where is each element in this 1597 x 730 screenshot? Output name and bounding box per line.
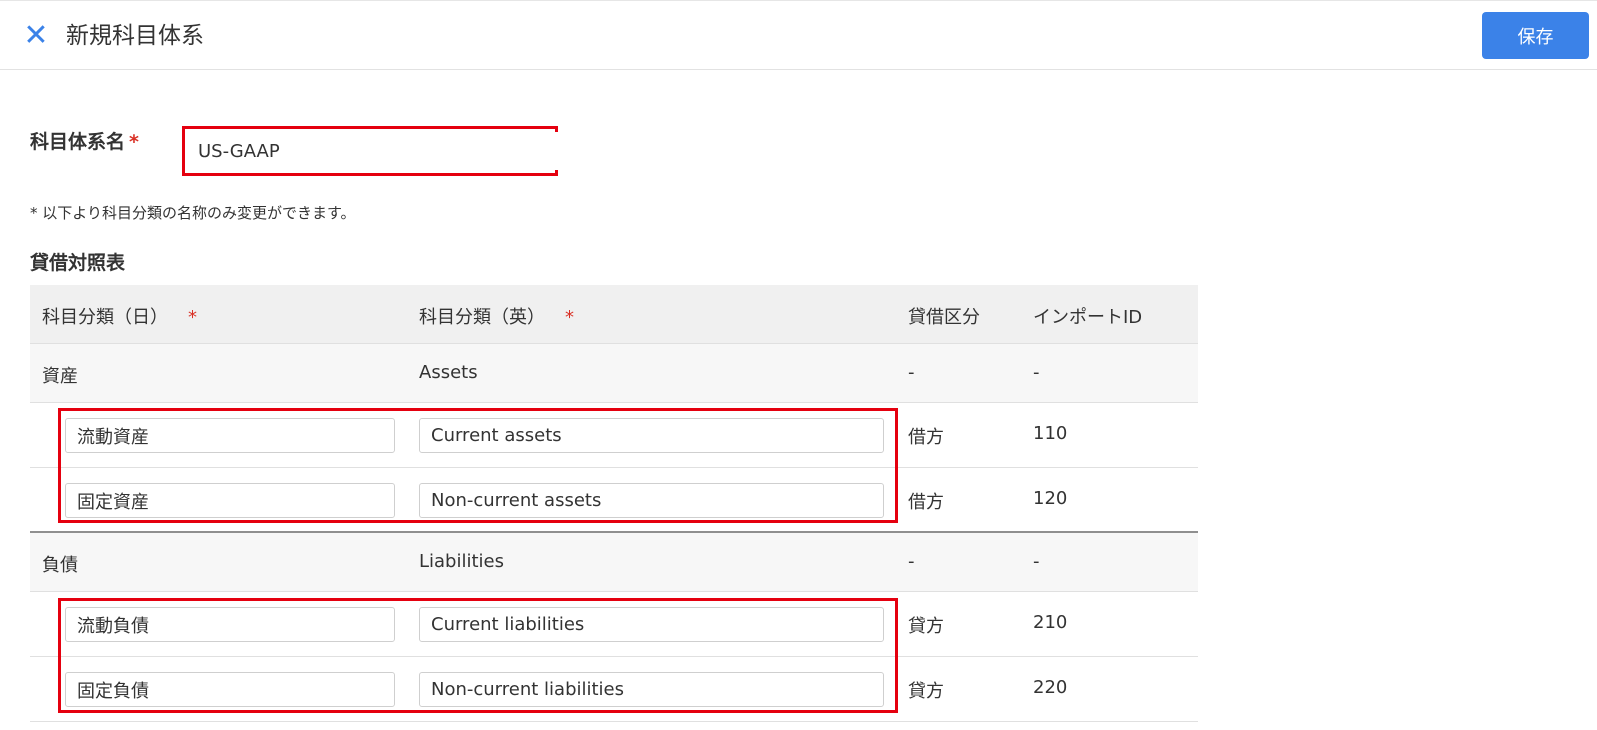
table-row: 借方 120: [30, 468, 1198, 533]
category-name-en-input[interactable]: [419, 607, 884, 642]
table-row: 貸方 210: [30, 592, 1198, 657]
category-name-ja-input[interactable]: [65, 418, 395, 453]
edit-note: * 以下より科目分類の名称のみ変更ができます。: [30, 204, 356, 222]
required-mark: *: [188, 307, 197, 328]
category-name-ja-input[interactable]: [65, 483, 395, 518]
table-row-group: 負債 Liabilities - -: [30, 533, 1198, 592]
top-bar: ✕ 新規科目体系 保存: [0, 0, 1597, 70]
group-side: -: [908, 362, 915, 383]
import-id: 220: [1033, 677, 1068, 698]
required-mark: *: [565, 307, 574, 328]
debit-credit-side: 借方: [908, 427, 944, 448]
category-name-ja-input[interactable]: [65, 672, 395, 707]
debit-credit-side: 借方: [908, 492, 944, 513]
column-header-en: 科目分類（英） *: [419, 303, 574, 329]
column-header-en-label: 科目分類（英）: [419, 307, 545, 328]
table-row: 借方 110: [30, 403, 1198, 468]
group-name-ja: 資産: [42, 366, 78, 387]
account-system-name-input[interactable]: [188, 132, 572, 170]
column-header-side: 貸借区分: [908, 307, 980, 328]
required-mark: *: [129, 131, 139, 153]
column-header-ja-label: 科目分類（日）: [42, 307, 168, 328]
group-side: -: [908, 551, 915, 572]
table-header-row: 科目分類（日） * 科目分類（英） * 貸借区分 インポートID: [30, 285, 1198, 344]
name-field-label: 科目体系名 *: [30, 127, 139, 154]
name-field-highlight: [182, 126, 572, 176]
close-icon[interactable]: ✕: [20, 21, 52, 53]
debit-credit-side: 貸方: [908, 681, 944, 702]
group-import-id: -: [1033, 362, 1040, 383]
category-name-en-input[interactable]: [419, 672, 884, 707]
category-name-en-input[interactable]: [419, 483, 884, 518]
column-header-ja: 科目分類（日） *: [42, 303, 197, 329]
section-title-balance-sheet: 貸借対照表: [30, 252, 126, 274]
group-import-id: -: [1033, 551, 1040, 572]
table-row: 貸方 220: [30, 657, 1198, 722]
column-header-import-id: インポートID: [1033, 307, 1143, 328]
save-button[interactable]: 保存: [1482, 12, 1589, 59]
import-id: 120: [1033, 488, 1068, 509]
table-row-group: 資産 Assets - -: [30, 344, 1198, 403]
category-name-en-input[interactable]: [419, 418, 884, 453]
group-name-en: Assets: [419, 362, 478, 383]
name-label-text: 科目体系名: [30, 131, 126, 153]
import-id: 110: [1033, 423, 1068, 444]
group-name-en: Liabilities: [419, 551, 504, 572]
import-id: 210: [1033, 612, 1068, 633]
group-name-ja: 負債: [42, 555, 78, 576]
category-name-ja-input[interactable]: [65, 607, 395, 642]
balance-sheet-table: 科目分類（日） * 科目分類（英） * 貸借区分 インポートID 資産 Assets…: [30, 285, 1198, 722]
page-title: 新規科目体系: [66, 23, 204, 49]
debit-credit-side: 貸方: [908, 616, 944, 637]
